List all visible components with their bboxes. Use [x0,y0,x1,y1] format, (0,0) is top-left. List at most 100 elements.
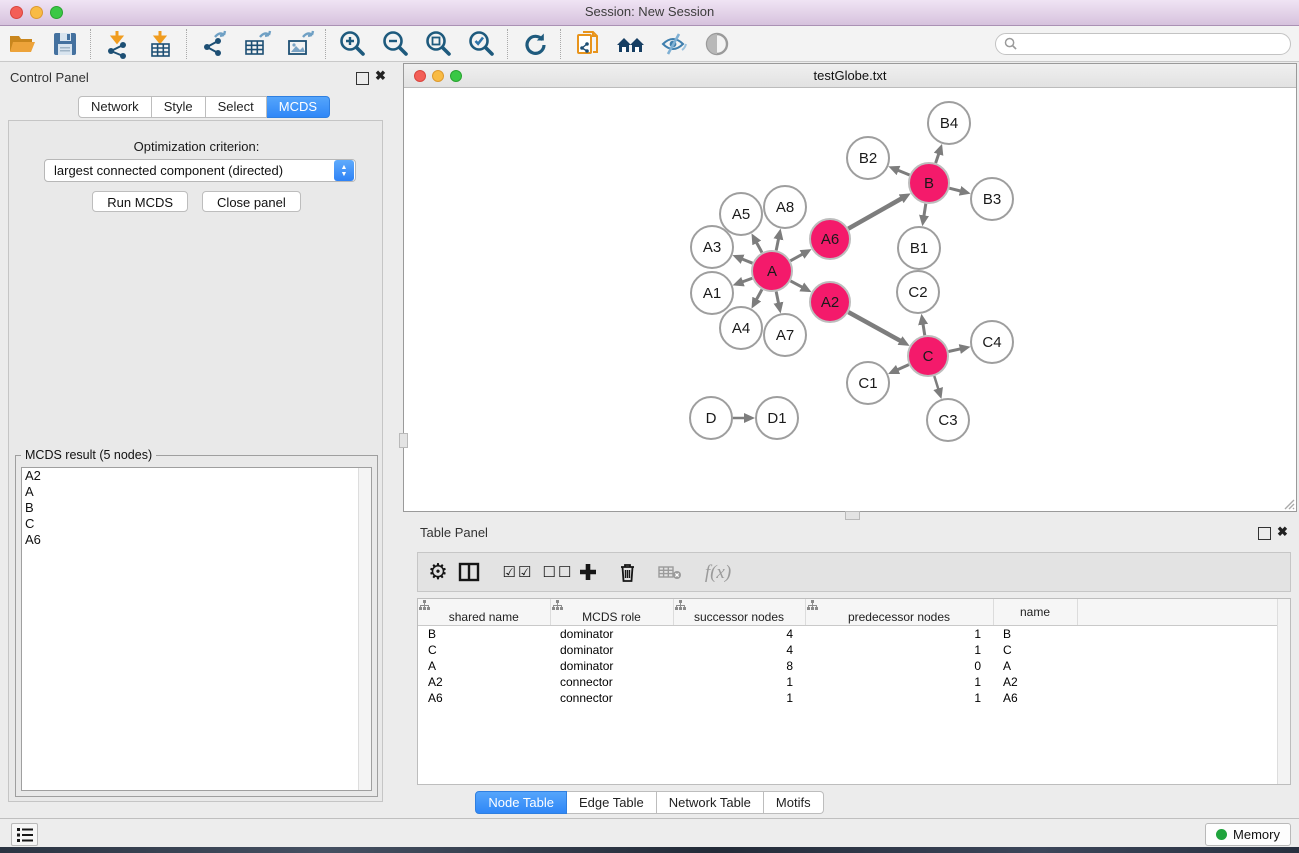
graph-edge-A-A7[interactable] [776,292,778,304]
cell-predecessor-nodes[interactable]: 1 [805,626,993,643]
graph-edge-A-A4[interactable] [756,289,762,299]
cell-name[interactable]: B [993,626,1077,643]
select-all-columns-button[interactable]: ☑☑ [498,563,538,581]
split-pane-handle[interactable] [845,511,860,520]
cell-MCDS-role[interactable]: dominator [550,658,673,674]
cell-successor-nodes[interactable]: 1 [673,690,805,706]
graph-edge-B-B4[interactable] [936,153,939,163]
zoom-fit-button[interactable] [417,27,460,61]
table-settings-button[interactable]: ⚙ [418,559,458,585]
cell-shared-name[interactable]: C [418,642,550,658]
cell-predecessor-nodes[interactable]: 1 [805,674,993,690]
network-graph[interactable]: B4B2BB3A8A5A6A3B1AA1C2A2A4A7C4CC1C3DD1 [404,88,1296,511]
tab-network-table[interactable]: Network Table [657,791,764,814]
export-image-button[interactable] [278,27,321,61]
show-column-button[interactable] [458,562,498,582]
open-file-button[interactable] [0,27,43,61]
graph-edge-A-A8[interactable] [776,238,778,250]
cell-name[interactable]: C [993,642,1077,658]
column-header-shared-name[interactable]: shared name [418,599,550,626]
search-field[interactable] [995,33,1291,55]
split-pane-handle[interactable] [399,433,408,448]
export-network-button[interactable] [192,27,235,61]
memory-button[interactable]: Memory [1205,823,1291,846]
zoom-selected-button[interactable] [460,27,503,61]
save-session-button[interactable] [43,27,86,61]
mcds-result-item[interactable]: A [22,484,371,500]
tab-motifs[interactable]: Motifs [764,791,824,814]
graph-edge-A6-B[interactable] [848,198,902,228]
cell-shared-name[interactable]: A2 [418,674,550,690]
search-input[interactable] [1022,36,1282,52]
table-row[interactable]: Cdominator41C [418,642,1290,658]
mcds-result-item[interactable]: A2 [22,468,371,484]
tab-mcds[interactable]: MCDS [267,96,330,118]
cell-shared-name[interactable]: A [418,658,550,674]
cell-predecessor-nodes[interactable]: 0 [805,658,993,674]
cell-shared-name[interactable]: B [418,626,550,643]
graph-edge-A-A1[interactable] [742,278,752,282]
mcds-result-item[interactable]: C [22,516,371,532]
optimization-criterion-dropdown[interactable]: largest connected component (directed) ▲… [44,159,356,182]
table-panel-close-icon[interactable]: ✖ [1277,524,1288,540]
graph-edge-B-B2[interactable] [898,170,910,175]
duplicate-network-view-button[interactable] [566,27,609,61]
graph-edge-A-A5[interactable] [756,242,762,252]
table-row[interactable]: Bdominator41B [418,626,1290,643]
zoom-out-button[interactable] [374,27,417,61]
column-header-predecessor-nodes[interactable]: predecessor nodes [805,599,993,626]
cell-MCDS-role[interactable]: dominator [550,626,673,643]
cell-successor-nodes[interactable]: 1 [673,674,805,690]
deselect-all-columns-button[interactable]: ☐☐ [538,563,578,581]
show-view-button[interactable] [695,27,738,61]
tab-select[interactable]: Select [206,96,267,118]
graph-edge-B-B3[interactable] [949,188,961,191]
graph-edge-B-B1[interactable] [924,204,926,217]
mcds-list-scrollbar[interactable] [358,468,371,790]
column-header-successor-nodes[interactable]: successor nodes [673,599,805,626]
graph-edge-C-C4[interactable] [949,349,961,352]
zoom-in-button[interactable] [331,27,374,61]
run-mcds-button[interactable]: Run MCDS [92,191,188,212]
mcds-result-item[interactable]: B [22,500,371,516]
tab-node-table[interactable]: Node Table [475,791,567,814]
graph-edge-A-A6[interactable] [790,254,802,261]
node-table-grid[interactable]: shared nameMCDS rolesuccessor nodesprede… [418,599,1290,706]
graph-edge-A2-C[interactable] [848,312,900,341]
graph-edge-C-C2[interactable] [923,324,925,336]
cell-MCDS-role[interactable]: connector [550,674,673,690]
table-scrollbar[interactable] [1277,599,1290,784]
cell-MCDS-role[interactable]: connector [550,690,673,706]
cell-shared-name[interactable]: A6 [418,690,550,706]
table-row[interactable]: Adominator80A [418,658,1290,674]
import-table-button[interactable] [139,27,182,61]
tab-edge-table[interactable]: Edge Table [567,791,657,814]
column-header-name[interactable]: name [993,599,1077,626]
graph-edge-C-C1[interactable] [897,365,909,370]
close-panel-button[interactable]: Close panel [202,191,301,212]
cell-successor-nodes[interactable]: 4 [673,626,805,643]
cell-MCDS-role[interactable]: dominator [550,642,673,658]
mcds-result-list[interactable]: A2ABCA6 [21,467,372,791]
tab-style[interactable]: Style [152,96,206,118]
show-panels-button[interactable] [11,823,38,846]
control-panel-close-icon[interactable]: ✖ [375,69,386,83]
cell-predecessor-nodes[interactable]: 1 [805,690,993,706]
add-button[interactable] [578,562,618,582]
hide-graphics-details-button[interactable] [652,27,695,61]
cell-name[interactable]: A2 [993,674,1077,690]
table-row[interactable]: A2connector11A2 [418,674,1290,690]
graph-edge-A-A2[interactable] [791,281,803,287]
graph-edge-C-C3[interactable] [934,376,938,389]
cell-successor-nodes[interactable]: 4 [673,642,805,658]
delete-button[interactable] [618,562,658,583]
graph-edge-A-A3[interactable] [742,259,753,263]
table-panel-float-icon[interactable] [1258,527,1271,540]
cell-name[interactable]: A [993,658,1077,674]
refresh-layout-button[interactable] [513,27,556,61]
window-resize-grip[interactable] [1281,496,1295,510]
network-canvas[interactable]: B4B2BB3A8A5A6A3B1AA1C2A2A4A7C4CC1C3DD1 [404,88,1296,511]
column-header-MCDS-role[interactable]: MCDS role [550,599,673,626]
tab-network[interactable]: Network [78,96,152,118]
export-table-button[interactable] [235,27,278,61]
